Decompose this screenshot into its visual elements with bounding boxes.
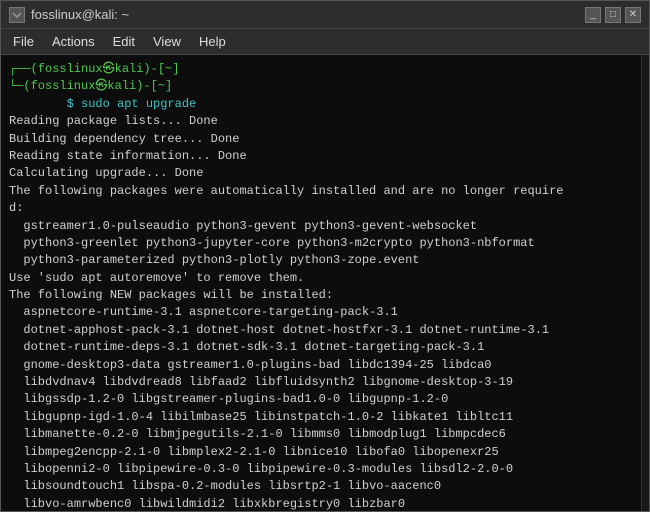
output-line-23: libvo-amrwbenc0 libwildmidi2 libxkbregis… (9, 496, 633, 511)
output-line-19: libmanette-0.2-0 libmjpegutils-2.1-0 lib… (9, 426, 633, 443)
output-line-7: gstreamer1.0-pulseaudio python3-gevent p… (9, 218, 633, 235)
title-bar-left: fosslinux@kali: ~ (9, 7, 129, 23)
output-line-1: Reading package lists... Done (9, 113, 633, 130)
menu-bar: File Actions Edit View Help (1, 29, 649, 55)
close-button[interactable]: ✕ (625, 7, 641, 23)
output-line-6: d: (9, 200, 633, 217)
output-line-10: Use 'sudo apt autoremove' to remove them… (9, 270, 633, 287)
terminal-icon (9, 7, 25, 23)
output-line-11: The following NEW packages will be insta… (9, 287, 633, 304)
title-bar: fosslinux@kali: ~ _ □ ✕ (1, 1, 649, 29)
output-line-15: gnome-desktop3-data gstreamer1.0-plugins… (9, 357, 633, 374)
window-title: fosslinux@kali: ~ (31, 7, 129, 22)
output-line-18: libgupnp-igd-1.0-4 libilmbase25 libinstp… (9, 409, 633, 426)
output-line-20: libmpeg2encpp-2.1-0 libmplex2-2.1-0 libn… (9, 444, 633, 461)
prompt-line-2: └─(fosslinux㉿kali)-[~] (9, 78, 633, 95)
window-controls: _ □ ✕ (585, 7, 641, 23)
output-line-12: aspnetcore-runtime-3.1 aspnetcore-target… (9, 304, 633, 321)
output-line-8: python3-greenlet python3-jupyter-core py… (9, 235, 633, 252)
menu-actions[interactable]: Actions (44, 32, 103, 51)
output-line-17: libgssdp-1.2-0 libgstreamer-plugins-bad1… (9, 391, 633, 408)
maximize-button[interactable]: □ (605, 7, 621, 23)
scrollbar[interactable] (641, 55, 649, 511)
output-line-9: python3-parameterized python3-plotly pyt… (9, 252, 633, 269)
output-line-22: libsoundtouch1 libspa-0.2-modules libsrt… (9, 478, 633, 495)
menu-file[interactable]: File (5, 32, 42, 51)
menu-help[interactable]: Help (191, 32, 234, 51)
menu-view[interactable]: View (145, 32, 189, 51)
terminal-body[interactable]: ┌──(fosslinux㉿kali)-[~] └─(fosslinux㉿kal… (1, 55, 641, 511)
terminal-window: fosslinux@kali: ~ _ □ ✕ File Actions Edi… (0, 0, 650, 512)
menu-edit[interactable]: Edit (105, 32, 143, 51)
output-line-5: The following packages were automaticall… (9, 183, 633, 200)
output-line-4: Calculating upgrade... Done (9, 165, 633, 182)
output-line-13: dotnet-apphost-pack-3.1 dotnet-host dotn… (9, 322, 633, 339)
output-line-14: dotnet-runtime-deps-3.1 dotnet-sdk-3.1 d… (9, 339, 633, 356)
prompt-line-1: ┌──(fosslinux㉿kali)-[~] (9, 61, 633, 78)
minimize-button[interactable]: _ (585, 7, 601, 23)
terminal-wrapper: ┌──(fosslinux㉿kali)-[~] └─(fosslinux㉿kal… (1, 55, 649, 511)
command-line: $ sudo apt upgrade (9, 96, 633, 113)
output-line-3: Reading state information... Done (9, 148, 633, 165)
output-line-2: Building dependency tree... Done (9, 131, 633, 148)
output-line-21: libopenni2-0 libpipewire-0.3-0 libpipewi… (9, 461, 633, 478)
output-line-16: libdvdnav4 libdvdread8 libfaad2 libfluid… (9, 374, 633, 391)
